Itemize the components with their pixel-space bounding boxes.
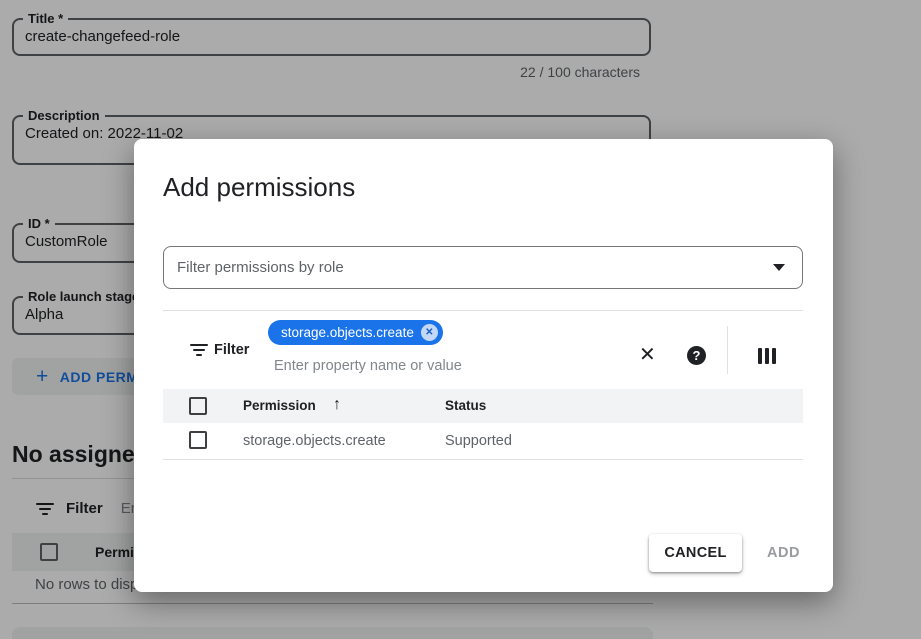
dialog-title: Add permissions — [163, 172, 355, 203]
role-dropdown-placeholder: Filter permissions by role — [177, 259, 344, 276]
filter-input-placeholder[interactable]: Enter property name or value — [274, 358, 462, 374]
filter-label: Filter — [214, 342, 249, 358]
cancel-button[interactable]: CANCEL — [649, 534, 742, 572]
filter-chip-label: storage.objects.create — [281, 325, 414, 340]
toolbar-divider — [727, 326, 728, 374]
clear-filter-icon[interactable]: ✕ — [639, 345, 656, 365]
table-row[interactable]: storage.objects.create Supported — [163, 423, 803, 460]
filter-icon — [190, 344, 208, 356]
filter-permissions-by-role-dropdown[interactable]: Filter permissions by role — [163, 246, 803, 289]
row-checkbox[interactable] — [189, 431, 207, 449]
permission-cell: storage.objects.create — [243, 433, 386, 449]
status-cell: Supported — [445, 433, 512, 449]
permissions-table-header: Permission ↑ Status — [163, 389, 803, 423]
add-permissions-dialog: Add permissions Filter permissions by ro… — [134, 139, 833, 592]
permissions-filter-toolbar: Filter storage.objects.create ✕ Enter pr… — [163, 310, 803, 389]
select-all-checkbox[interactable] — [189, 397, 207, 415]
chip-remove-icon[interactable]: ✕ — [421, 324, 438, 341]
add-button[interactable]: ADD — [767, 534, 800, 572]
filter-chip[interactable]: storage.objects.create ✕ — [268, 320, 443, 345]
help-icon[interactable]: ? — [687, 346, 706, 365]
create-role-page: Title * create-changefeed-role 22 / 100 … — [0, 0, 921, 639]
column-display-icon[interactable] — [758, 348, 776, 364]
arrow-drop-down-icon — [773, 264, 785, 271]
sort-ascending-icon[interactable]: ↑ — [333, 396, 341, 414]
column-header-permission[interactable]: Permission — [243, 398, 316, 413]
column-header-status[interactable]: Status — [445, 398, 486, 413]
